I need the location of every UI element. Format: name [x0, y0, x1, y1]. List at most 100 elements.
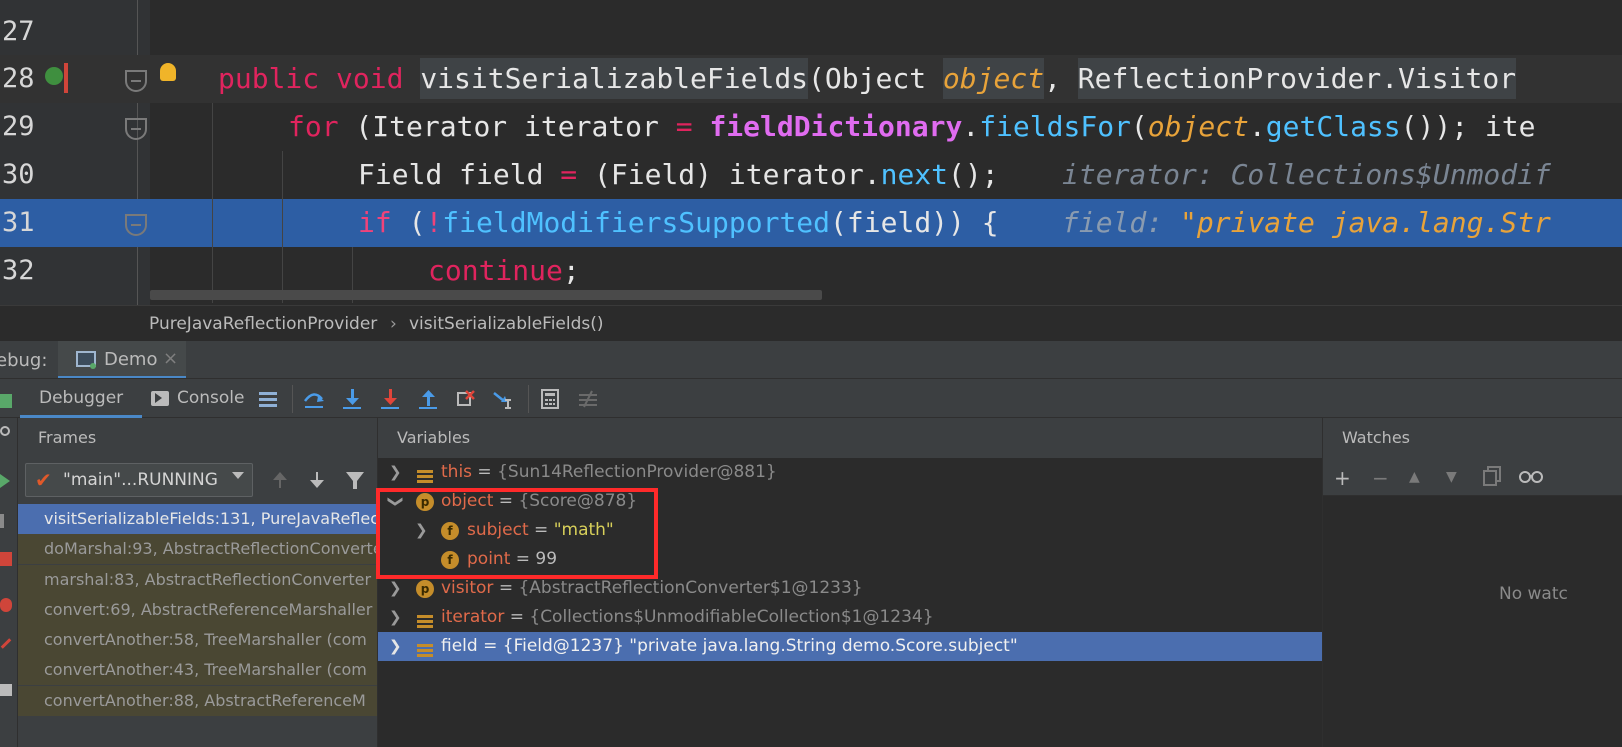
watches-title: Watches — [1342, 428, 1410, 447]
for-statement: for (Iterator iterator = fieldDictionary… — [288, 110, 1536, 143]
tab-debugger[interactable]: Debugger — [20, 379, 143, 418]
continue-statement: continue; — [428, 254, 580, 287]
console-prompt-icon — [155, 393, 162, 403]
close-icon[interactable]: × — [163, 348, 178, 369]
debugger-toolbar: Debugger Console — [0, 378, 1622, 418]
line-number: 31 — [2, 207, 35, 238]
override-arrow-icon[interactable] — [64, 63, 68, 93]
debug-tool-window-header: ebug: Demo × — [0, 340, 1622, 379]
variable-row-iterator[interactable]: ❯ iterator = {Collections$UnmodifiableCo… — [378, 603, 1322, 632]
list-icon — [417, 639, 433, 657]
debug-side-toolbar — [0, 394, 18, 747]
force-step-into-icon[interactable] — [378, 387, 402, 411]
variable-row-this[interactable]: ❯ this = {Sun14ReflectionProvider@881} — [378, 458, 1322, 487]
run-to-cursor-icon[interactable] — [492, 387, 516, 411]
variable-name: this — [441, 462, 473, 482]
duplicate-icon[interactable] — [1483, 466, 1501, 491]
inline-debug-hint: iterator: Collections$Unmodif — [1062, 158, 1551, 191]
evaluate-expression-icon[interactable] — [538, 387, 562, 411]
code-line-28[interactable]: 28 public void visitSerializableFields(O… — [0, 55, 1622, 103]
remove-icon[interactable]: − — [1372, 466, 1389, 490]
up-arrow-icon[interactable] — [269, 468, 291, 492]
camera-icon[interactable] — [0, 684, 12, 696]
step-into-icon[interactable] — [340, 387, 364, 411]
frames-panel: Frames ✔ "main"...RUNNING visitSerializa… — [18, 418, 378, 747]
frame-item[interactable]: convert:69, AbstractReferenceMarshaller — [18, 595, 377, 625]
chevron-right-icon[interactable]: ❯ — [389, 632, 402, 661]
down-arrow-icon[interactable] — [306, 468, 328, 492]
variable-row-field[interactable]: ❯ field = {Field@1237} "private java.lan… — [378, 632, 1322, 661]
if-statement: if (!fieldModifiersSupported(field)) { — [358, 206, 999, 239]
line-number: 27 — [2, 16, 35, 47]
variable-value: {Sun14ReflectionProvider@881} — [497, 462, 777, 482]
filter-icon[interactable] — [344, 468, 366, 492]
variable-name: iterator — [441, 607, 505, 627]
view-breakpoints-icon[interactable] — [0, 598, 12, 612]
trace-current-stream-icon[interactable] — [576, 387, 600, 411]
resume-icon[interactable] — [0, 474, 10, 488]
thread-selector[interactable]: ✔ "main"...RUNNING — [25, 463, 253, 497]
variable-value: {Collections$UnmodifiableCollection$1@12… — [529, 607, 934, 627]
list-icon — [417, 610, 433, 628]
indent-guide — [212, 103, 213, 303]
running-dot-icon — [90, 363, 96, 369]
layout-menu-icon[interactable] — [256, 387, 280, 411]
stop-icon[interactable] — [0, 552, 12, 566]
list-icon — [417, 465, 433, 483]
intention-bulb-icon[interactable] — [160, 63, 176, 81]
fold-marker-icon[interactable] — [125, 214, 147, 236]
breadcrumb-method[interactable]: visitSerializableFields() — [409, 314, 604, 334]
code-line-29[interactable]: 29 for (Iterator iterator = fieldDiction… — [0, 103, 1622, 151]
step-out-icon[interactable] — [416, 387, 440, 411]
tab-label: Demo — [104, 349, 158, 370]
line-number: 29 — [2, 111, 35, 142]
mute-breakpoints-icon[interactable] — [0, 638, 12, 649]
variables-panel: Variables ❯ this = {Sun14ReflectionProvi… — [378, 418, 1323, 747]
breadcrumb-separator: › — [390, 314, 397, 334]
chevron-right-icon[interactable]: ❯ — [389, 458, 402, 487]
modify-run-icon[interactable] — [0, 426, 10, 436]
horizontal-scrollbar[interactable] — [150, 290, 822, 300]
chevron-right-icon[interactable]: ❯ — [389, 603, 402, 632]
watches-panel: Watches + − ▲ ▼ No watc — [1323, 418, 1622, 747]
glasses-icon[interactable] — [1518, 466, 1544, 491]
code-line-30[interactable]: 30 Field field = (Field) iterator.next()… — [0, 151, 1622, 199]
pause-icon[interactable] — [0, 514, 4, 528]
line-number: 32 — [2, 255, 35, 286]
frame-item[interactable]: visitSerializableFields:131, PureJavaRef… — [18, 504, 377, 534]
implements-marker-icon[interactable] — [45, 67, 63, 85]
variable-name: visitor — [441, 578, 494, 598]
move-up-icon[interactable]: ▲ — [1409, 469, 1420, 485]
breadcrumb: PureJavaReflectionProvider › visitSerial… — [0, 305, 1622, 340]
rerun-icon[interactable] — [0, 394, 12, 408]
drop-frame-icon[interactable] — [454, 387, 478, 411]
frame-item[interactable]: convertAnother:58, TreeMarshaller (com — [18, 625, 377, 655]
field-assignment: Field field = (Field) iterator.next(); — [358, 158, 999, 191]
code-line-32[interactable]: 32 continue; — [0, 247, 1622, 295]
variable-value: {AbstractReflectionConverter$1@1233} — [518, 578, 863, 598]
inline-debug-hint: field: "private java.lang.Str — [1062, 206, 1551, 239]
code-line-31-execution-point[interactable]: 31 if (!fieldModifiersSupported(field)) … — [0, 199, 1622, 247]
variable-value: {Field@1237} "private java.lang.String d… — [502, 636, 1018, 656]
code-line-27[interactable]: 27 — [0, 8, 1622, 56]
frame-item[interactable]: convertAnother:43, TreeMarshaller (com — [18, 655, 377, 685]
breadcrumb-class[interactable]: PureJavaReflectionProvider — [149, 314, 377, 334]
fold-marker-icon[interactable] — [125, 70, 147, 92]
code-editor[interactable]: 27 28 public void visitSerializableField… — [0, 0, 1622, 310]
move-down-icon[interactable]: ▼ — [1446, 469, 1457, 485]
method-signature: public void visitSerializableFields(Obje… — [218, 55, 1517, 103]
variable-name: field — [441, 636, 478, 656]
thread-selector-value: "main"...RUNNING — [63, 470, 218, 490]
tab-demo[interactable]: Demo × — [58, 341, 186, 379]
watches-list[interactable]: No watc — [1323, 496, 1622, 747]
add-icon[interactable]: + — [1334, 466, 1351, 490]
empty-watches-text: No watc — [1499, 584, 1568, 604]
toolbar-separator — [528, 385, 529, 413]
fold-marker-icon[interactable] — [125, 118, 147, 140]
step-over-icon[interactable] — [302, 387, 326, 411]
parameter-icon: p — [416, 580, 434, 598]
tab-console[interactable]: Console — [177, 379, 245, 418]
frame-item[interactable]: doMarshal:93, AbstractReflectionConverte… — [18, 534, 377, 564]
frame-item[interactable]: marshal:83, AbstractReflectionConverter — [18, 565, 377, 595]
frame-item[interactable]: convertAnother:88, AbstractReferenceM — [18, 686, 377, 716]
